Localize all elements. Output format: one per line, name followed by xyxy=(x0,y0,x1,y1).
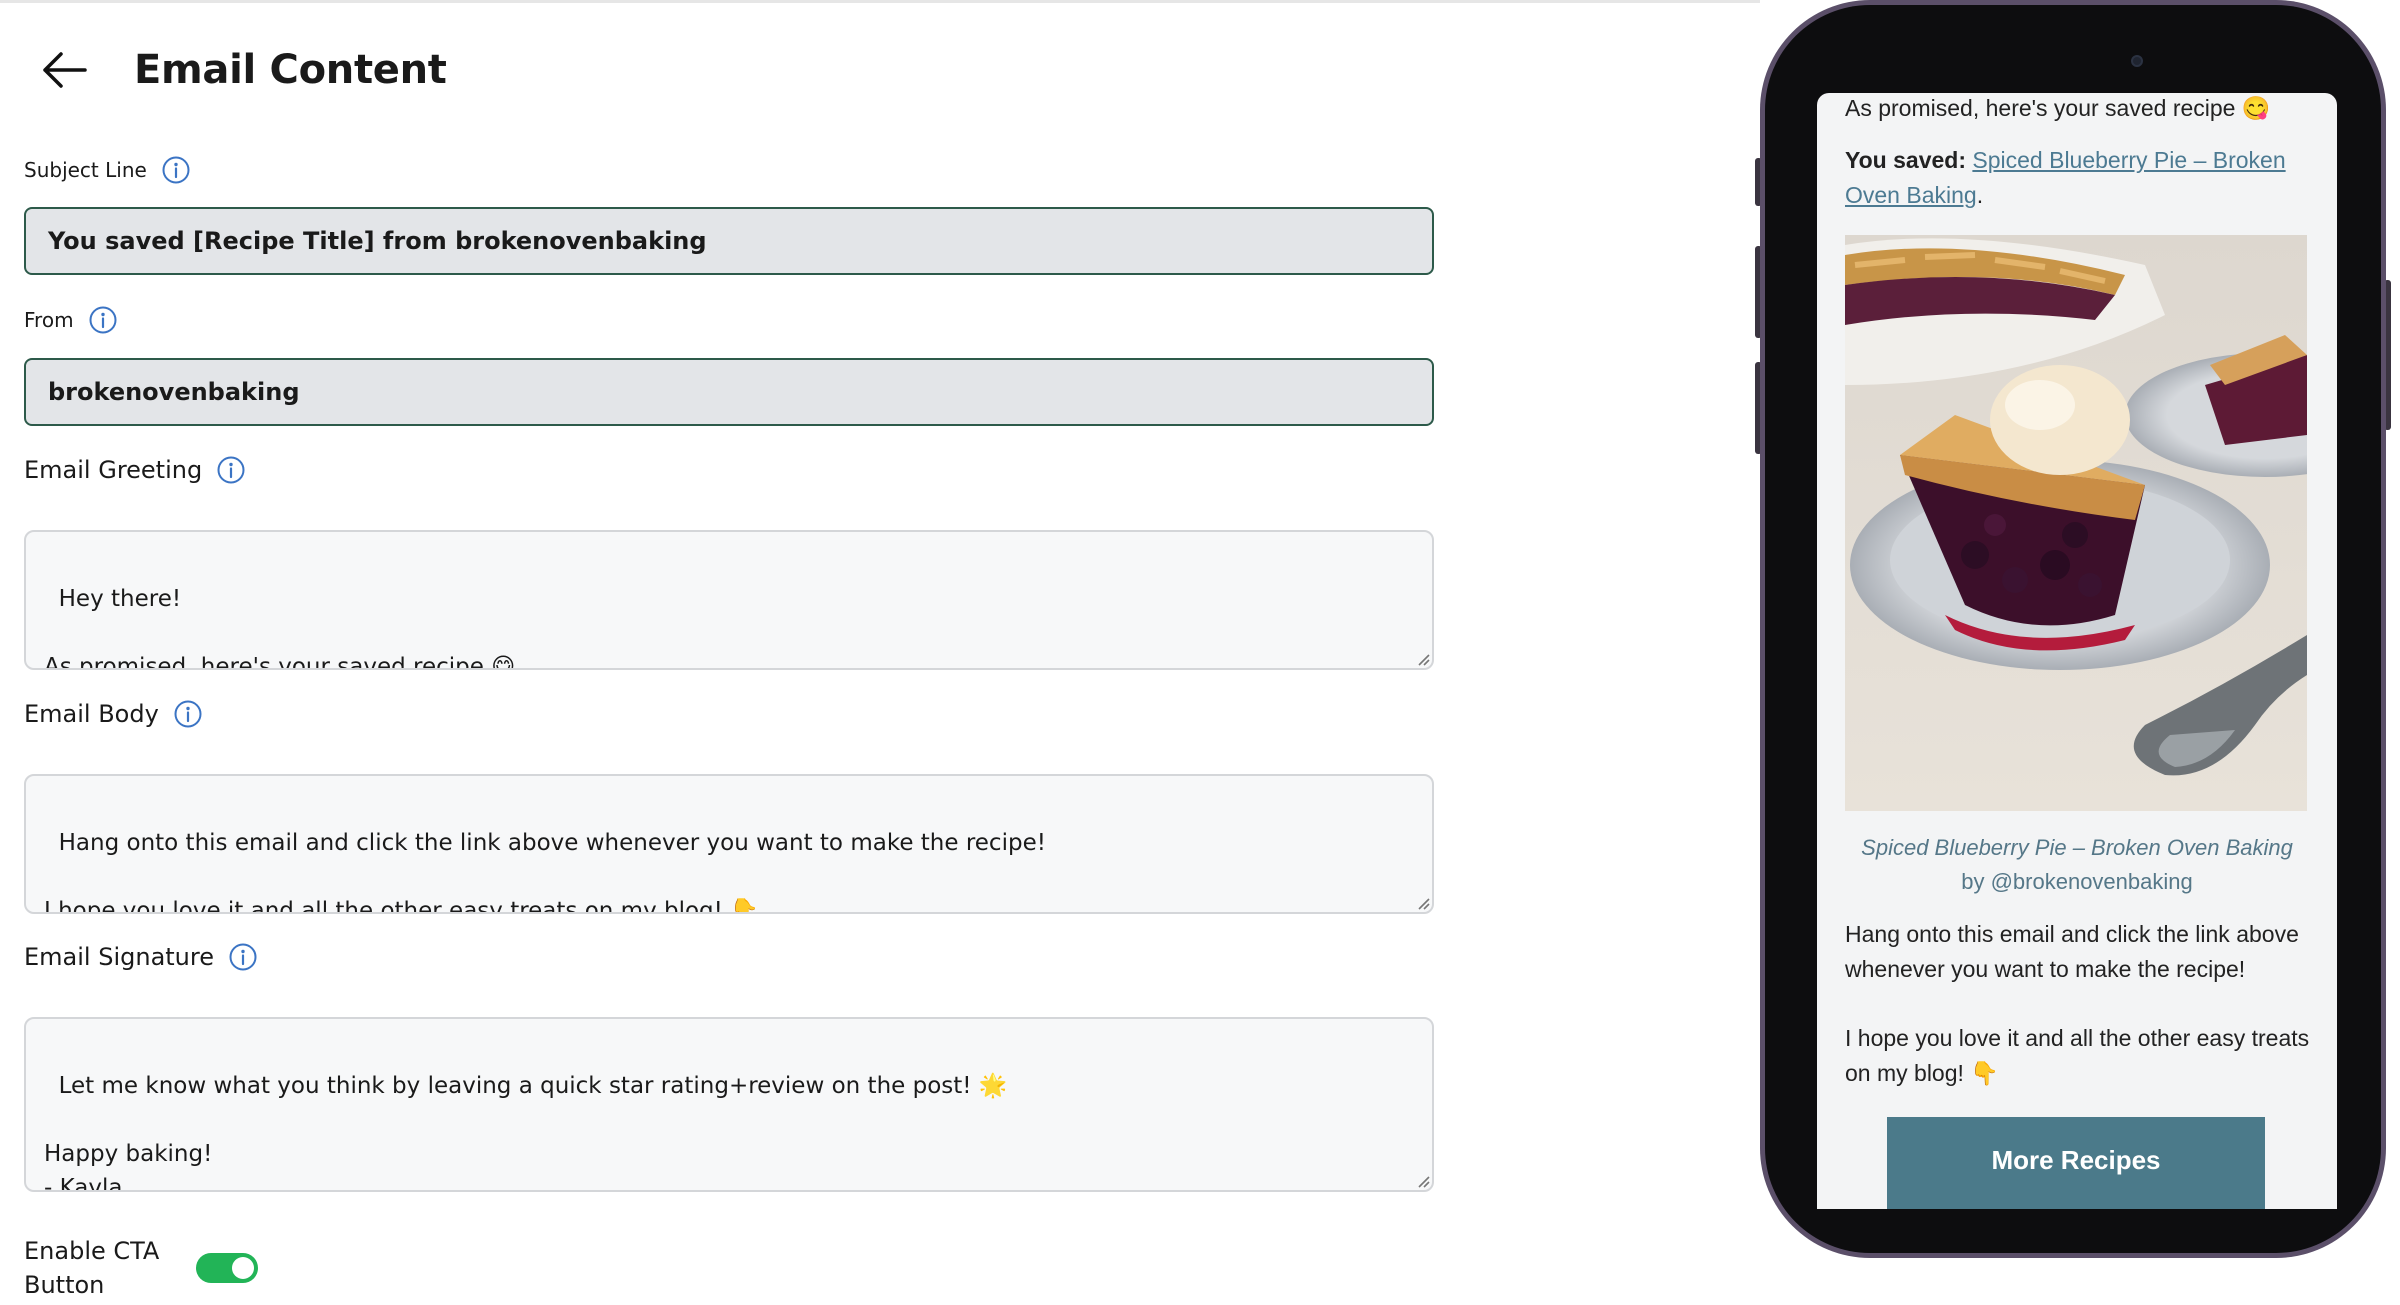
recipe-photo xyxy=(1845,235,2307,811)
signature-textarea[interactable]: Let me know what you think by leaving a … xyxy=(24,1017,1434,1192)
subject-label-row: Subject Line xyxy=(24,155,191,185)
info-icon[interactable] xyxy=(228,942,258,972)
preview-saved-prefix: You saved: xyxy=(1845,147,1966,173)
greeting-label: Email Greeting xyxy=(24,456,203,484)
resize-grip-icon[interactable] xyxy=(1414,650,1430,666)
from-label-row: From xyxy=(24,305,118,335)
signature-label: Email Signature xyxy=(24,943,214,971)
resize-grip-icon[interactable] xyxy=(1414,894,1430,910)
more-recipes-button[interactable]: More Recipes xyxy=(1887,1117,2265,1209)
body-text: Hang onto this email and click the link … xyxy=(44,830,1046,914)
preview-body-p2: I hope you love it and all the other eas… xyxy=(1845,1025,2310,1086)
cta-toggle-switch[interactable] xyxy=(196,1253,258,1283)
resize-grip-icon[interactable] xyxy=(1414,1172,1430,1188)
greeting-text: Hey there! As promised, here's your save… xyxy=(44,586,516,670)
cta-toggle-row: Enable CTA Button xyxy=(24,1234,258,1302)
preview-caption-by: by @brokenovenbaking xyxy=(1961,869,2193,894)
preview-intro: As promised, here's your saved recipe 😋 xyxy=(1845,95,2271,121)
info-icon[interactable] xyxy=(173,699,203,729)
back-arrow-icon xyxy=(43,52,87,88)
from-input[interactable]: brokenovenbaking xyxy=(24,358,1434,426)
greeting-textarea[interactable]: Hey there! As promised, here's your save… xyxy=(24,530,1434,670)
toggle-knob xyxy=(232,1257,254,1279)
preview-body-p1: Hang onto this email and click the link … xyxy=(1845,921,2299,982)
top-divider xyxy=(0,0,1760,3)
preview-saved-line: You saved: Spiced Blueberry Pie – Broken… xyxy=(1845,143,2315,213)
subject-label: Subject Line xyxy=(24,158,147,182)
greeting-label-row: Email Greeting xyxy=(24,455,246,485)
email-preview: As promised, here's your saved recipe 😋 … xyxy=(1817,93,2337,1209)
info-icon[interactable] xyxy=(161,155,191,185)
from-label: From xyxy=(24,308,74,332)
phone-frame: As promised, here's your saved recipe 😋 … xyxy=(1760,0,2386,1258)
body-label-row: Email Body xyxy=(24,699,203,729)
preview-caption-title: Spiced Blueberry Pie – Broken Oven Bakin… xyxy=(1861,835,2293,860)
info-icon[interactable] xyxy=(216,455,246,485)
page-title: Email Content xyxy=(134,47,447,93)
phone-bezel: As promised, here's your saved recipe 😋 … xyxy=(1765,5,2381,1253)
camera-icon xyxy=(2131,55,2143,67)
signature-label-row: Email Signature xyxy=(24,942,258,972)
info-icon[interactable] xyxy=(88,305,118,335)
preview-saved-suffix: . xyxy=(1976,182,1984,208)
signature-text: Let me know what you think by leaving a … xyxy=(44,1073,1008,1192)
body-textarea[interactable]: Hang onto this email and click the link … xyxy=(24,774,1434,914)
cta-toggle-label: Enable CTA Button xyxy=(24,1237,160,1299)
subject-input[interactable]: You saved [Recipe Title] from brokenoven… xyxy=(24,207,1434,275)
back-button[interactable] xyxy=(36,42,92,98)
body-label: Email Body xyxy=(24,700,159,728)
